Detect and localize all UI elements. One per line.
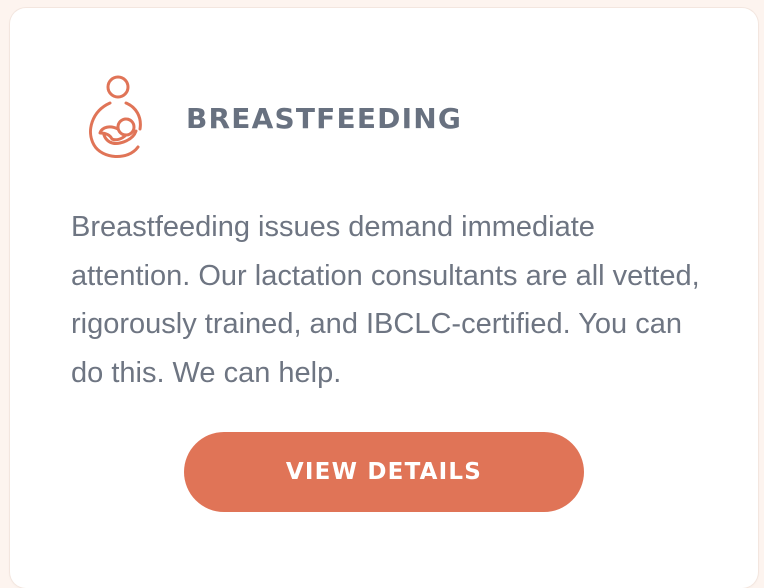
card-title: BREASTFEEDING (186, 101, 463, 135)
service-card: BREASTFEEDING Breastfeeding issues deman… (10, 8, 758, 588)
card-description: Breastfeeding issues demand immediate at… (71, 211, 700, 389)
card-header: BREASTFEEDING (80, 68, 462, 168)
view-details-button[interactable]: VIEW DETAILS (184, 432, 584, 512)
mother-nursing-baby-icon (89, 75, 142, 158)
